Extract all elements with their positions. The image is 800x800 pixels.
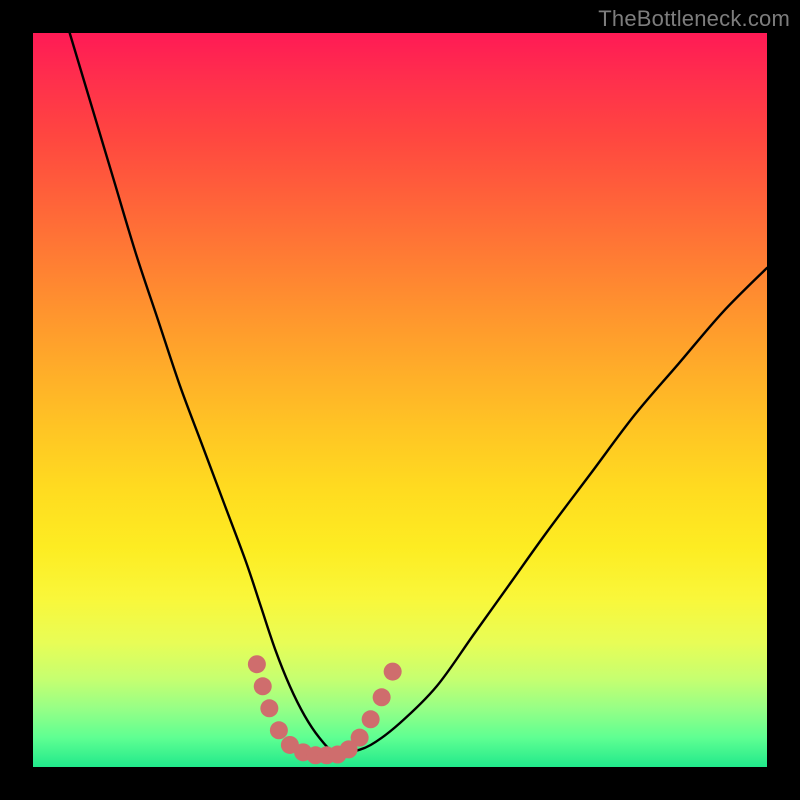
curve-marker <box>384 663 402 681</box>
bottleneck-curve-svg <box>33 33 767 767</box>
chart-frame: TheBottleneck.com <box>0 0 800 800</box>
bottleneck-curve <box>70 33 767 754</box>
curve-marker <box>373 688 391 706</box>
curve-marker <box>362 710 380 728</box>
curve-markers <box>248 655 402 764</box>
curve-marker <box>351 729 369 747</box>
curve-marker <box>254 677 272 695</box>
curve-marker <box>260 699 278 717</box>
curve-marker <box>270 721 288 739</box>
attribution-text: TheBottleneck.com <box>598 6 790 32</box>
curve-marker <box>248 655 266 673</box>
plot-area <box>33 33 767 767</box>
